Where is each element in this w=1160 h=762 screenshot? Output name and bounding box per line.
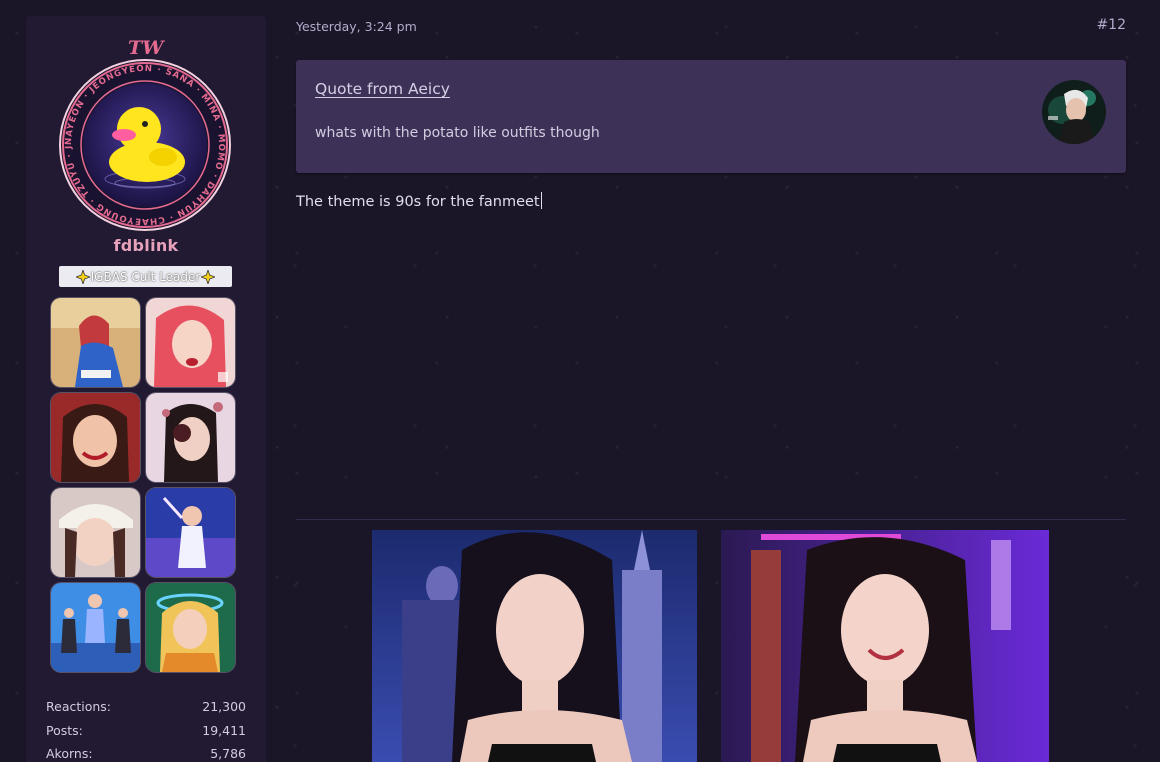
quote-text: whats with the potato like outfits thoug… [315,125,600,141]
avatar-icon [1042,80,1106,144]
username[interactable]: fdblink [26,236,266,255]
sparkle-icon [201,269,216,284]
post-date[interactable]: Yesterday, 3:24 pm [296,19,417,34]
quote-block: Quote from Aeicy whats with the potato l… [296,60,1126,173]
photo-icon [146,488,235,577]
user-avatar[interactable]: NAYEON · JEONGYEON · SANA · MINA · MOMO … [53,50,233,233]
post-permalink[interactable]: #12 [1096,17,1126,33]
stat-value: 21,300 [202,699,246,714]
sparkle-icon [75,269,90,284]
text-cursor [540,192,542,209]
photo-icon [51,298,140,387]
photo-icon [51,393,140,482]
user-title-text: IGBAS Cult Leader [90,269,201,284]
gallery-photo[interactable] [51,583,140,672]
quoted-user-avatar[interactable] [1042,80,1106,144]
signature-image [372,530,697,762]
twice-logo: TW [128,37,164,59]
post-body[interactable]: The theme is 90s for the fanmeet [296,192,542,210]
gallery-photo[interactable] [146,488,235,577]
signature-image [721,530,1049,762]
stat-posts: Posts: 19,411 [46,722,246,746]
photo-icon [146,393,235,482]
stat-reactions: Reactions: 21,300 [46,698,246,722]
gallery-photo[interactable] [146,298,235,387]
photo-icon [372,530,697,762]
gallery-photo[interactable] [51,488,140,577]
forum-page: TW NAYEON · JEONGYEON · SANA · MINA · MO… [0,0,1160,762]
stat-value: 5,786 [210,746,246,761]
stat-akorns: Akorns: 5,786 [46,745,246,762]
photo-icon [51,583,140,672]
photo-icon [146,298,235,387]
duck-badge-icon: NAYEON · JEONGYEON · SANA · MINA · MOMO … [53,50,231,231]
stat-label: Akorns: [46,746,93,761]
user-stats: Reactions: 21,300 Posts: 19,411 Akorns: … [46,698,246,762]
quote-source-link[interactable]: Quote from Aeicy [315,80,450,98]
photo-icon [51,488,140,577]
photo-icon [146,583,235,672]
gallery-photo[interactable] [51,298,140,387]
gallery-photo[interactable] [146,583,235,672]
user-title-banner: IGBAS Cult Leader [59,266,232,287]
user-photo-gallery [51,298,237,672]
post-text: The theme is 90s for the fanmeet [296,194,540,210]
gallery-photo[interactable] [146,393,235,482]
gallery-photo[interactable] [51,393,140,482]
signature-divider [296,519,1126,520]
stat-label: Reactions: [46,699,112,714]
photo-icon [721,530,1049,762]
stat-value: 19,411 [202,722,246,738]
stat-label: Posts: [46,722,83,738]
